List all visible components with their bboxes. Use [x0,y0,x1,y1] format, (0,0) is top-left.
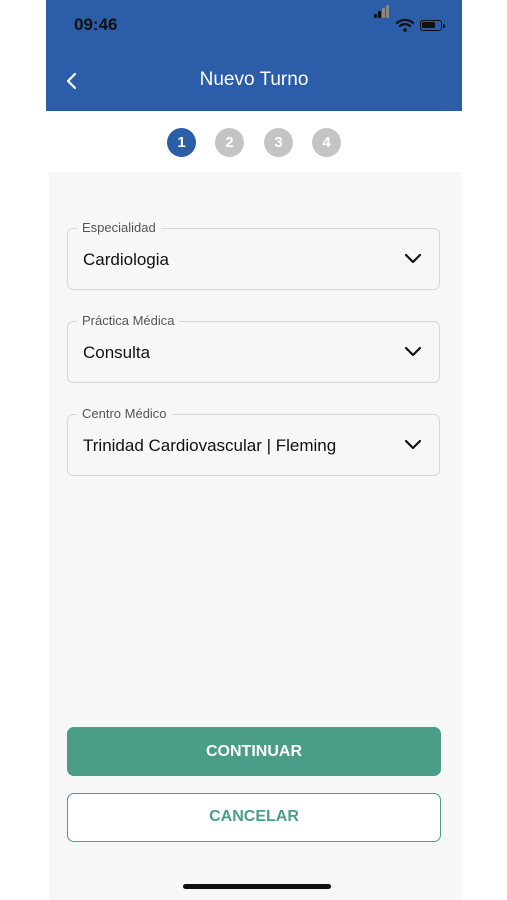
phone-screen: 09:46 Nuevo Turno 1 2 3 4 Especialidad C… [46,0,462,900]
battery-icon [420,20,445,31]
step-3: 3 [264,128,293,157]
page-title: Nuevo Turno [199,69,309,90]
wifi-icon [396,18,414,32]
step-2: 2 [215,128,244,157]
centro-medico-select[interactable]: Centro Médico Trinidad Cardiovascular | … [67,406,440,476]
chevron-down-icon [404,253,422,264]
form-container: Especialidad Cardiologia Práctica Médica… [49,172,462,900]
practica-medica-value: Consulta [83,343,151,362]
chevron-down-icon [404,346,422,357]
especialidad-select[interactable]: Especialidad Cardiologia [67,220,440,290]
centro-medico-value: Trinidad Cardiovascular | Fleming [83,436,337,455]
centro-medico-label: Centro Médico [77,406,172,421]
status-icons [374,5,446,34]
continue-button[interactable]: CONTINUAR [67,727,441,776]
status-time: 09:46 [74,15,118,34]
app-header: 09:46 Nuevo Turno [46,0,462,111]
stepper: 1 2 3 4 [46,128,462,158]
step-1: 1 [167,128,196,157]
especialidad-label: Especialidad [77,220,161,235]
especialidad-value: Cardiologia [83,250,169,269]
home-indicator [183,884,331,889]
cancel-button[interactable]: CANCELAR [67,793,441,842]
practica-medica-select[interactable]: Práctica Médica Consulta [67,313,440,383]
practica-medica-label: Práctica Médica [77,313,180,328]
step-4: 4 [312,128,341,157]
chevron-down-icon [404,439,422,450]
